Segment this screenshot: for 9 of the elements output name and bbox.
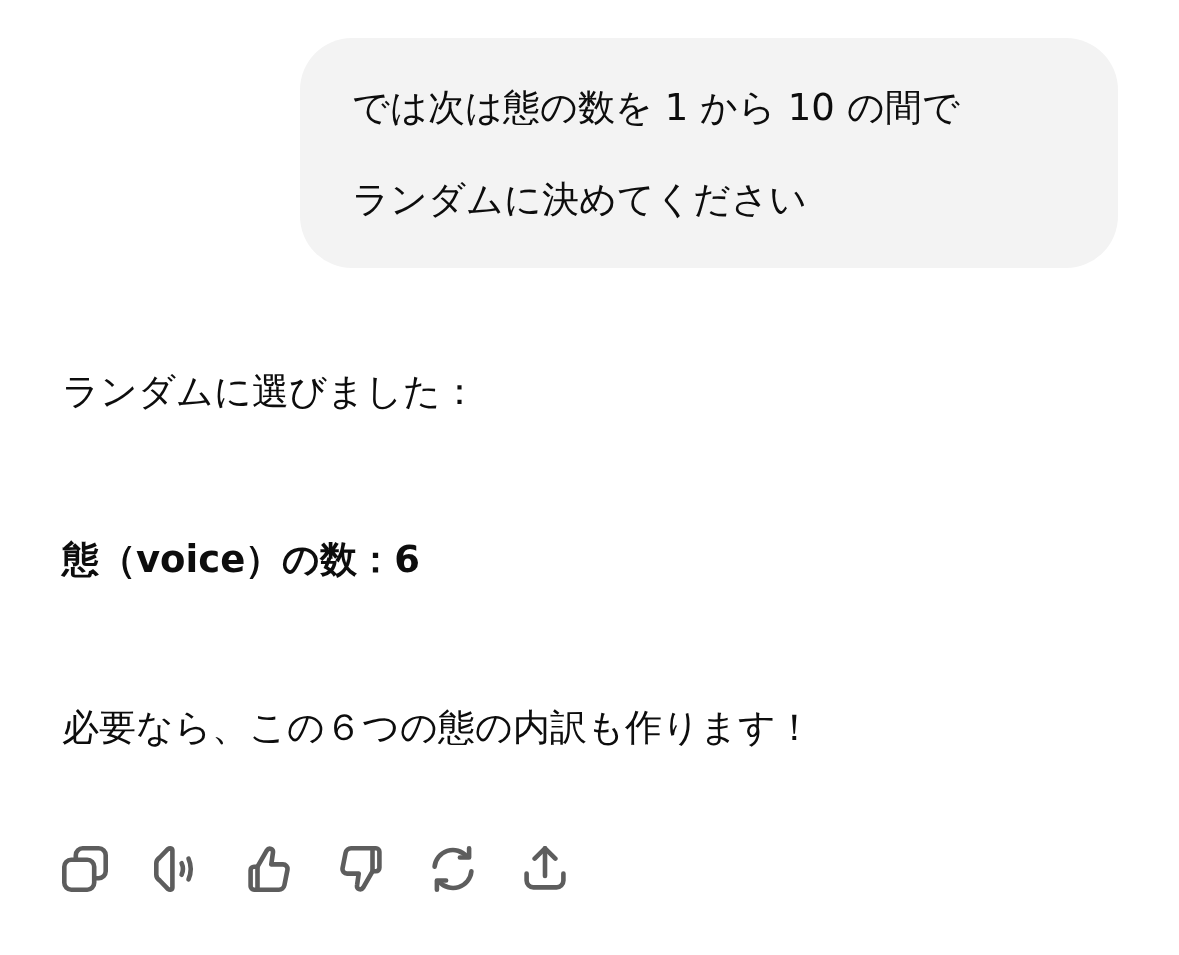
bold-answer-text: 態（voice）の数：6 — [62, 537, 421, 583]
reply-text: 必要なら、この６つの態の内訳も作ります！ — [62, 705, 814, 751]
thumbs-up-icon[interactable] — [246, 846, 292, 892]
reply-text: ランダムに選びました： — [62, 369, 479, 415]
refresh-icon[interactable] — [430, 846, 476, 892]
thumbs-down-icon[interactable] — [338, 846, 384, 892]
share-icon[interactable] — [522, 846, 568, 892]
copy-icon[interactable] — [62, 846, 108, 892]
message-text: では次は態の数を 1 から 10 の間で ランダムに決めてください — [352, 85, 961, 223]
